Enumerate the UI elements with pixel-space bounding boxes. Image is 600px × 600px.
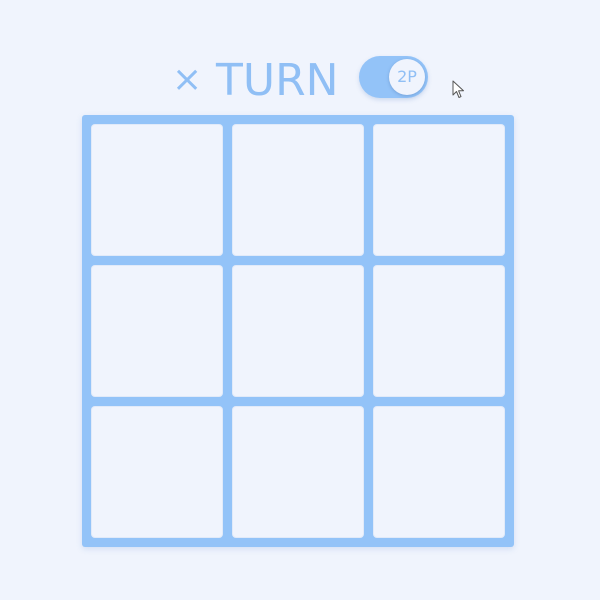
board-cell-2[interactable] <box>232 124 364 256</box>
toggle-knob-label: 2P <box>389 59 425 95</box>
board-cell-1[interactable] <box>91 124 223 256</box>
mouse-pointer-icon <box>452 80 464 98</box>
turn-player-mark: × <box>172 59 203 100</box>
board-cell-6[interactable] <box>373 265 505 397</box>
board-cell-9[interactable] <box>373 406 505 538</box>
board-cell-5[interactable] <box>232 265 364 397</box>
board-cell-3[interactable] <box>373 124 505 256</box>
game-header: × TURN 2P <box>0 52 600 110</box>
game-board <box>82 115 514 547</box>
turn-label: TURN <box>216 55 339 106</box>
board-cell-7[interactable] <box>91 406 223 538</box>
board-cell-4[interactable] <box>91 265 223 397</box>
board-cell-8[interactable] <box>232 406 364 538</box>
two-player-mode-toggle[interactable]: 2P <box>359 56 428 98</box>
